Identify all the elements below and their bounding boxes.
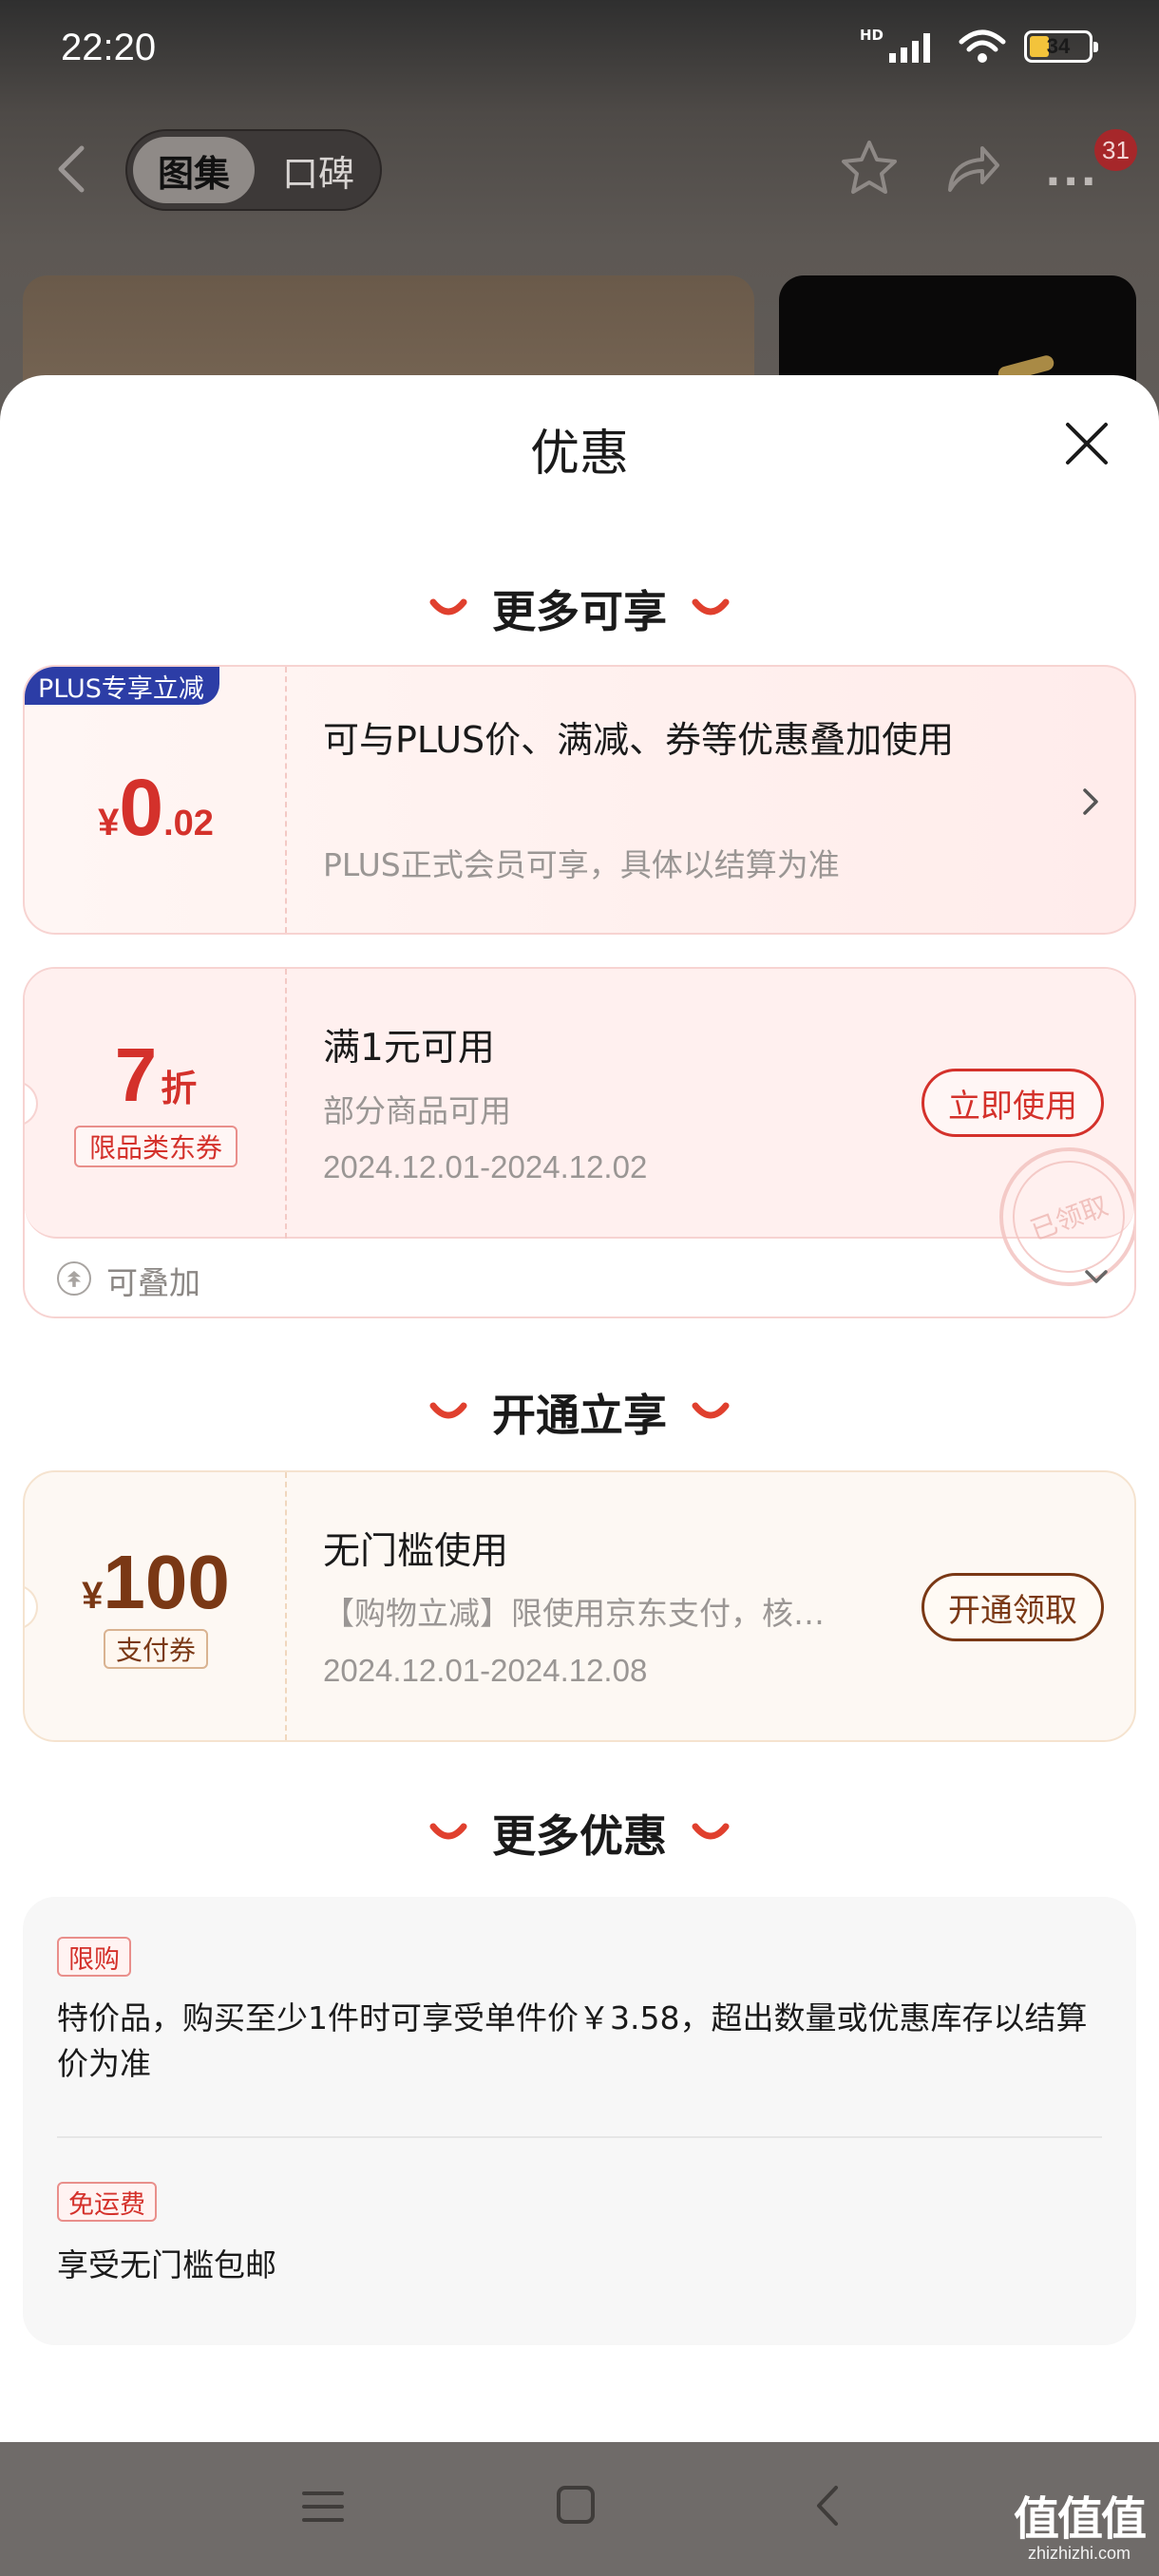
plus-card-title: 可与PLUS价、满减、券等优惠叠加使用 [323, 719, 955, 761]
coupon-validity: 2024.12.01-2024.12.02 [323, 1149, 648, 1184]
more-offers-box: 限购 特价品，购买至少1件时可享受单件价￥3.58，超出数量或优惠库存以结算价为… [23, 1897, 1136, 2345]
amount-value: 100 [103, 1540, 230, 1624]
coupon-title: 满1元可用 [323, 1027, 495, 1070]
section-title: 开通立享 [492, 1390, 667, 1441]
smile-deco-icon [692, 598, 730, 616]
offer-text-limit: 特价品，购买至少1件时可享受单件价￥3.58，超出数量或优惠库存以结算价为准 [57, 1999, 1088, 2082]
battery-level: 34 [1046, 34, 1071, 58]
tab-gallery[interactable]: 图集 [133, 137, 255, 203]
smile-deco-icon [692, 1823, 730, 1840]
coupon-body: 7折 限品类东券 满1元可用 部分商品可用 2024.12.01-2024.12… [25, 969, 1134, 1289]
tab-switcher: 图集 口碑 [125, 129, 382, 211]
coupon-type-badge: 限品类东券 [74, 1126, 238, 1167]
discount-unit: 折 [161, 1068, 198, 1109]
pay-coupon-amount: ¥100 [25, 1539, 287, 1626]
star-icon[interactable] [838, 137, 901, 199]
section-title: 更多可享 [492, 586, 667, 637]
coupon-discount: 7折 [25, 1032, 287, 1119]
chevron-down-icon[interactable] [1083, 1267, 1110, 1286]
plus-card-subtitle: PLUS正式会员可享，具体以结算为准 [323, 846, 840, 883]
signal-icon [889, 33, 930, 63]
offer-tag-limit: 限购 [57, 1937, 131, 1977]
currency-symbol: ¥ [82, 1575, 104, 1617]
open-and-claim-button[interactable]: 开通领取 [922, 1573, 1104, 1641]
back-triangle-icon[interactable] [813, 2482, 842, 2529]
use-now-button[interactable]: 立即使用 [922, 1069, 1104, 1137]
currency-symbol: ¥ [98, 802, 120, 843]
section-title: 更多优惠 [492, 1810, 667, 1862]
chevron-right-icon[interactable] [1079, 783, 1102, 821]
amount-decimal: .02 [163, 804, 214, 843]
status-icons: HD 34 [859, 27, 1098, 65]
payment-coupon-card: ¥100 支付券 无门槛使用 【购物立减】限使用京东支付，核… 2024.12.… [23, 1470, 1136, 1742]
offers-sheet: 优惠 更多可享 PLUS专享立减 ¥0.02 可与PLUS价、满减、券等优惠叠加… [0, 375, 1159, 2442]
plus-discount-amount: ¥0.02 [25, 762, 287, 854]
back-chevron-icon[interactable] [48, 141, 95, 198]
offer-divider [57, 2136, 1102, 2138]
watermark-url: zhizhizhi.com [1027, 2544, 1131, 2563]
plus-exclusive-tag: PLUS专享立减 [25, 667, 219, 705]
section-header-more-available: 更多可享 [0, 578, 1159, 640]
stackable-row[interactable]: 可叠加 [25, 1239, 1134, 1316]
system-navigation-bar [0, 2442, 1159, 2576]
offer-tag-free-shipping: 免运费 [57, 2182, 157, 2222]
stackable-label: 可叠加 [106, 1264, 200, 1301]
sheet-title: 优惠 [529, 426, 629, 483]
smile-deco-icon [429, 1823, 467, 1840]
smile-deco-icon [429, 598, 467, 616]
menu-icon[interactable] [302, 2488, 344, 2526]
coupon-description: 部分商品可用 [323, 1092, 511, 1129]
offer-text-free-shipping: 享受无门槛包邮 [57, 2246, 276, 2283]
share-icon[interactable] [940, 137, 1003, 199]
pay-coupon-validity: 2024.12.01-2024.12.08 [323, 1653, 648, 1688]
section-header-more-offers: 更多优惠 [0, 1802, 1159, 1865]
close-x-icon[interactable] [1056, 413, 1117, 474]
more-dots-icon[interactable]: ··· [1045, 158, 1098, 206]
smile-deco-icon [692, 1402, 730, 1419]
section-header-open-enjoy: 开通立享 [0, 1381, 1159, 1444]
stackable-icon [57, 1261, 91, 1296]
category-coupon-card: 7折 限品类东券 满1元可用 部分商品可用 2024.12.01-2024.12… [23, 967, 1136, 1318]
status-bar: 22:20 HD 34 [0, 0, 1159, 104]
home-square-icon[interactable] [555, 2484, 597, 2526]
status-time: 22:20 [61, 27, 157, 68]
tab-reviews[interactable]: 口碑 [262, 137, 374, 203]
watermark-logo-text: 值值值 [1013, 2492, 1147, 2546]
amount-integer: 0 [119, 763, 164, 852]
pay-coupon-type-badge: 支付券 [104, 1629, 208, 1669]
site-watermark: 值值值 zhizhizhi.com [1013, 2492, 1147, 2564]
wifi-icon [959, 29, 1006, 63]
battery-icon: 34 [1024, 30, 1098, 63]
plus-discount-card[interactable]: PLUS专享立减 ¥0.02 可与PLUS价、满减、券等优惠叠加使用 PLUS正… [23, 665, 1136, 935]
pay-coupon-title: 无门槛使用 [323, 1530, 509, 1573]
network-hd-label: HD [859, 27, 884, 44]
pay-coupon-description: 【购物立减】限使用京东支付，核… [323, 1595, 825, 1632]
discount-value: 7 [114, 1032, 158, 1117]
top-nav: 图集 口碑 ··· 31 [0, 123, 1159, 218]
notification-badge: 31 [1094, 129, 1137, 171]
smile-deco-icon [429, 1402, 467, 1419]
